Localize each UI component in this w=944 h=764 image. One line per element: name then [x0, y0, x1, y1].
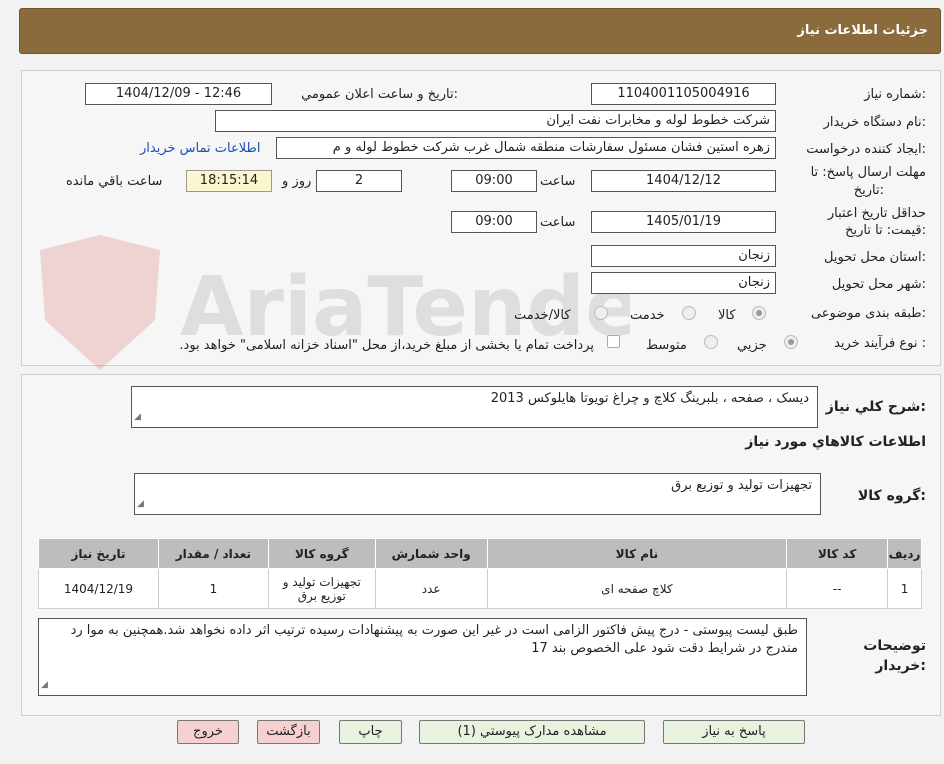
col-header-date: تاريخ نياز	[38, 538, 159, 569]
goods-info-title: اطلاعات کالاهاي مورد نياز	[745, 434, 926, 450]
col-header-code: کد کالا	[786, 538, 889, 569]
col-header-row-number: رديف	[887, 538, 922, 569]
table-row: 1 -- کلاچ صفحه ای عدد تجهيزات توليد و تو…	[38, 568, 922, 609]
goods-group-textbox: تجهيزات توليد و توزيع برق ◢	[134, 473, 821, 515]
days-remaining-field: 2	[316, 170, 402, 192]
back-button[interactable]: بازگشت	[257, 720, 320, 744]
validity-label-2: قيمت: تا تاريخ:	[845, 223, 926, 238]
category-goods-service-radio[interactable]	[594, 306, 608, 320]
view-attachments-button[interactable]: مشاهده مدارک پيوستي (1)	[419, 720, 645, 744]
process-minor-radio[interactable]	[784, 335, 798, 349]
buyer-notes-label: توضيحات	[863, 638, 926, 654]
city-field: زنجان	[591, 272, 776, 294]
category-goods-label: کالا	[718, 308, 736, 323]
province-field: زنجان	[591, 245, 776, 267]
resize-handle-icon: ◢	[41, 680, 48, 690]
table-header-row: رديف کد کالا نام کالا واحد شمارش گروه کا…	[38, 538, 922, 569]
buyer-notes-textbox: طبق ليست پيوستی - درج پيش فاکتور الزامی …	[38, 618, 807, 696]
category-label: طبقه بندی موضوعی:	[810, 306, 926, 321]
requester-field: زهره استين فشان مسئول سفارشات منطقه شمال…	[276, 137, 776, 159]
city-label: شهر محل تحويل:	[831, 277, 926, 292]
summary-text: ديسک ، صفحه ، بلبرينگ کلاچ و چراغ تويوتا…	[490, 391, 809, 406]
treasury-checkbox[interactable]	[607, 335, 620, 348]
announce-label: تاريخ و ساعت اعلان عمومي:	[301, 87, 458, 102]
buyer-notes-text: طبق ليست پيوستی - درج پيش فاکتور الزامی …	[70, 623, 798, 656]
category-service-radio[interactable]	[682, 306, 696, 320]
process-label: نوع فرآيند خريد :	[834, 336, 926, 351]
col-header-group: گروه کالا	[267, 538, 376, 569]
buyer-notes-label-2: خريدار:	[875, 658, 926, 674]
summary-label: شرح کلي نياز:	[825, 399, 926, 415]
need-number-label: شماره نياز:	[864, 87, 926, 102]
cell-quantity: 1	[157, 568, 269, 609]
summary-textbox: ديسک ، صفحه ، بلبرينگ کلاچ و چراغ تويوتا…	[131, 386, 818, 428]
remaining-time-field: 18:15:14	[186, 170, 272, 192]
validity-label: حداقل تاريخ اعتبار	[827, 206, 926, 221]
process-medium-label: متوسط	[646, 338, 687, 353]
deadline-label: مهلت ارسال پاسخ: تا	[810, 165, 926, 180]
cell-row-number: 1	[887, 568, 922, 609]
category-service-label: خدمت	[630, 308, 665, 323]
deadline-date-field: 1404/12/12	[591, 170, 776, 192]
validity-time-label: ساعت	[540, 215, 576, 230]
goods-table: رديف کد کالا نام کالا واحد شمارش گروه کا…	[38, 538, 922, 609]
cell-group: تجهيزات توليد و توزيع برق	[267, 568, 376, 609]
col-header-name: نام کالا	[486, 538, 788, 569]
remaining-label: ساعت باقي مانده	[66, 174, 163, 189]
validity-time-field: 09:00	[451, 211, 537, 233]
page-header: جزئيات اطلاعات نياز	[19, 8, 941, 54]
cell-code: --	[786, 568, 889, 609]
cell-name: کلاچ صفحه ای	[486, 568, 788, 609]
deadline-time-field: 09:00	[451, 170, 537, 192]
page-title: جزئيات اطلاعات نياز	[797, 23, 928, 38]
cell-date: 1404/12/19	[38, 568, 159, 609]
requester-label: ايجاد کننده درخواست:	[806, 142, 926, 157]
col-header-unit: واحد شمارش	[374, 538, 488, 569]
goods-group-text: تجهيزات توليد و توزيع برق	[671, 478, 812, 493]
goods-group-label: گروه کالا:	[857, 488, 926, 504]
deadline-time-label: ساعت	[540, 174, 576, 189]
deadline-label-2: تاريخ:	[853, 183, 884, 198]
announce-field: 1404/12/09 - 12:46	[85, 83, 272, 105]
category-goods-radio[interactable]	[752, 306, 766, 320]
buyer-contact-link[interactable]: اطلاعات تماس خريدار	[140, 141, 260, 156]
buyer-org-label: نام دستگاه خريدار:	[823, 115, 926, 130]
resize-handle-icon: ◢	[134, 412, 141, 422]
buyer-org-field: شرکت خطوط لوله و مخابرات نفت ايران	[215, 110, 776, 132]
treasury-note: پرداخت تمام يا بخشی از مبلغ خريد،از محل …	[179, 338, 594, 353]
validity-date-field: 1405/01/19	[591, 211, 776, 233]
need-number-field: 1104001105004916	[591, 83, 776, 105]
category-goods-service-label: کالا/خدمت	[514, 308, 571, 323]
print-button[interactable]: چاپ	[339, 720, 402, 744]
province-label: استان محل تحويل:	[824, 250, 926, 265]
process-medium-radio[interactable]	[704, 335, 718, 349]
col-header-quantity: تعداد / مقدار	[157, 538, 269, 569]
reply-button[interactable]: پاسخ به نياز	[663, 720, 805, 744]
cell-unit: عدد	[374, 568, 488, 609]
exit-button[interactable]: خروج	[177, 720, 239, 744]
process-minor-label: جزيي	[737, 338, 767, 353]
resize-handle-icon: ◢	[137, 499, 144, 509]
days-label: روز و	[282, 174, 312, 189]
